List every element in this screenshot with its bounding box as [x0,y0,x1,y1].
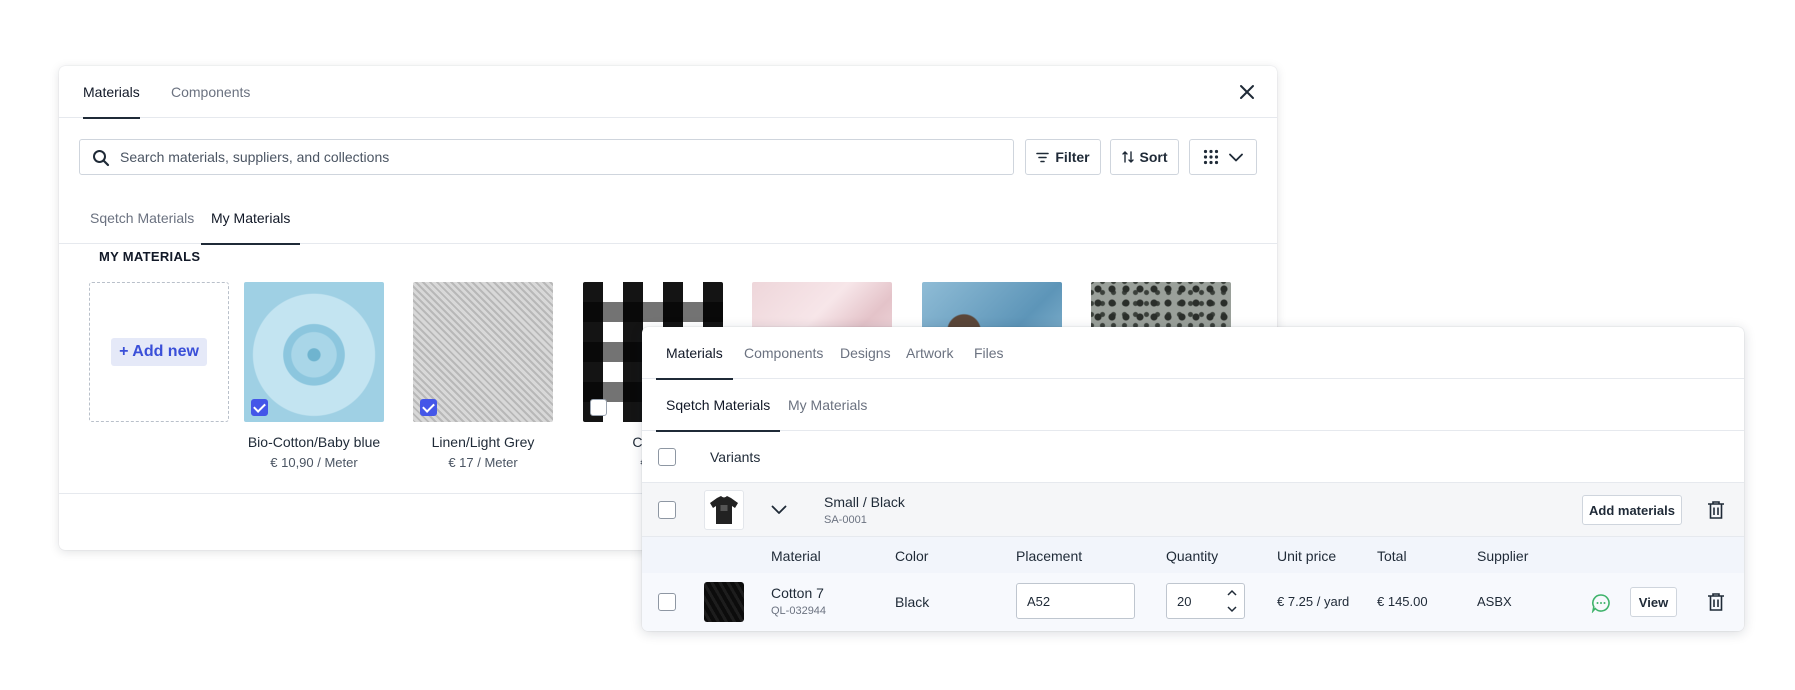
variant-name: Small / Black [824,494,905,510]
stepper-controls [1220,584,1244,618]
bom-source-subtabs: Sqetch Materials My Materials [642,379,1744,432]
add-new-label: + Add new [111,338,207,366]
expand-variant-button[interactable] [768,499,790,521]
search-icon [93,150,110,167]
material-swatch [244,282,384,422]
row-material-name: Cotton 7 [771,585,824,601]
tab-files[interactable]: Files [974,327,1004,379]
row-checkbox[interactable] [658,593,676,611]
material-checkbox[interactable] [251,399,268,416]
col-material: Material [771,548,821,564]
sort-icon [1121,151,1134,163]
material-card[interactable]: Linen/Light Grey € 17 / Meter [413,282,553,470]
view-button[interactable]: View [1630,587,1677,617]
chevron-down-icon [771,505,787,514]
placement-field [1016,583,1135,619]
chevron-up-icon [1227,589,1237,596]
search-input[interactable] [120,140,1000,174]
close-icon [1240,85,1254,99]
material-thumbnail [704,582,744,622]
variant-checkbox[interactable] [658,501,676,519]
sort-button[interactable]: Sort [1110,139,1179,175]
increment-button[interactable] [1220,584,1244,601]
delete-row-button[interactable] [1706,592,1726,617]
tab-artwork[interactable]: Artwork [906,327,953,379]
row-color: Black [895,594,930,610]
tab-components[interactable]: Components [744,327,823,379]
table-row: Cotton 7 QL-032944 Black € 7.25 / yard €… [642,573,1744,631]
material-swatch [413,282,553,422]
select-all-checkbox[interactable] [658,448,676,466]
subtab-my-materials[interactable]: My Materials [201,192,301,245]
trash-icon [1708,593,1724,611]
variant-row: Small / Black SA-0001 Add materials [642,483,1744,537]
view-toggle-button[interactable] [1189,139,1257,175]
filter-button[interactable]: Filter [1025,139,1101,175]
trash-icon [1708,501,1724,519]
variant-code: SA-0001 [824,514,867,526]
subtab-my-materials[interactable]: My Materials [788,379,867,431]
col-color: Color [895,548,929,564]
quantity-input[interactable] [1177,584,1221,618]
quantity-stepper [1166,583,1245,619]
material-price: € 10,90 / Meter [270,455,358,470]
materials-table-header: Material Color Placement Quantity Unit p… [642,537,1744,573]
tab-components[interactable]: Components [171,66,250,118]
col-unit-price: Unit price [1277,548,1337,564]
row-unit-price: € 7.25 / yard [1277,594,1350,609]
comment-icon [1591,594,1610,614]
material-checkbox[interactable] [590,399,607,416]
add-materials-button[interactable]: Add materials [1582,495,1682,525]
col-supplier: Supplier [1477,548,1529,564]
variants-panel: Materials Components Designs Artwork Fil… [642,327,1744,631]
decrement-button[interactable] [1220,601,1244,618]
comment-button[interactable] [1591,593,1611,618]
variant-thumbnail [704,490,744,530]
chevron-down-icon [1227,606,1237,613]
tab-materials[interactable]: Materials [83,66,140,119]
filter-label: Filter [1055,149,1090,165]
sort-label: Sort [1139,149,1168,165]
col-total: Total [1377,548,1407,564]
material-name: Bio-Cotton/Baby blue [247,434,381,450]
chevron-down-icon [1229,153,1243,161]
subtab-sqetch-materials[interactable]: Sqetch Materials [90,192,194,244]
tab-materials[interactable]: Materials [656,327,733,380]
material-name: Linen/Light Grey [431,434,535,450]
col-placement: Placement [1016,548,1083,564]
search-box [79,139,1014,175]
row-total: € 145.00 [1377,594,1428,609]
col-quantity: Quantity [1166,548,1219,564]
section-title: MY MATERIALS [99,249,201,264]
filter-icon [1036,152,1050,162]
bom-tabs: Materials Components Designs Artwork Fil… [642,327,1744,380]
row-supplier: ASBX [1477,594,1512,609]
source-subtabs: Sqetch Materials My Materials [59,192,1277,245]
add-new-material-button[interactable]: + Add new [89,282,229,422]
subtab-sqetch-materials[interactable]: Sqetch Materials [656,379,781,432]
picker-tabs: Materials Components [59,66,1277,119]
tshirt-icon [710,496,738,524]
row-material-code: QL-032944 [771,605,827,617]
close-button[interactable] [1235,80,1259,104]
grid-icon [1203,149,1219,165]
material-checkbox[interactable] [420,399,437,416]
delete-variant-button[interactable] [1706,500,1726,525]
material-price: € 17 / Meter [448,455,518,470]
placement-input[interactable] [1027,584,1127,618]
material-card[interactable]: Bio-Cotton/Baby blue € 10,90 / Meter [244,282,384,470]
variants-header-label: Variants [710,449,761,465]
variants-header-row: Variants [642,431,1744,483]
tab-designs[interactable]: Designs [840,327,891,379]
